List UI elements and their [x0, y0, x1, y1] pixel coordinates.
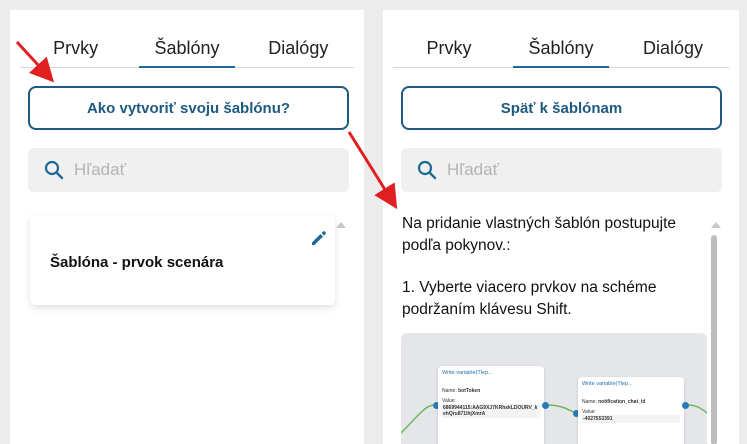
search-icon — [417, 160, 437, 180]
search-input[interactable] — [74, 160, 294, 180]
search-input[interactable] — [447, 160, 667, 180]
scroll-up-arrow[interactable] — [336, 222, 346, 228]
instructions-step-1: 1. Vyberte viacero prvkov na schéme podr… — [402, 279, 657, 318]
node-name-value: botToken — [458, 388, 481, 394]
node-name-value: notification_chat_id — [598, 399, 646, 405]
tab-dialogy[interactable]: Dialógy — [617, 38, 729, 67]
search-box — [28, 148, 349, 192]
node-name-label: Name: — [442, 388, 457, 394]
preview-node-2: Write variable(Tlep... Name: notificatio… — [578, 377, 684, 444]
preview-node-1: Write variable(Tlep... Name: botToken Va… — [438, 366, 544, 444]
tab-bar: Prvky Šablóny Dialógy — [20, 38, 354, 68]
instructions-text: Na pridanie vlastných šablón postupujte … — [402, 213, 707, 341]
instructions-intro: Na pridanie vlastných šablón postupujte … — [402, 215, 677, 254]
node-value-text: 6869944115:AAG9XJ7KRhskLDOURV_kehQru871l… — [442, 404, 540, 418]
node-output-port — [542, 402, 549, 409]
tab-prvky[interactable]: Prvky — [20, 38, 131, 67]
left-panel: Prvky Šablóny Dialógy Ako vytvoriť svoju… — [10, 10, 364, 444]
tab-sablony[interactable]: Šablóny — [505, 38, 617, 68]
node-output-port — [682, 402, 689, 409]
how-to-create-template-button[interactable]: Ako vytvoriť svoju šablónu? — [28, 86, 349, 130]
scrollbar[interactable] — [711, 235, 717, 444]
tab-bar: Prvky Šablóny Dialógy — [393, 38, 729, 68]
tab-sablony[interactable]: Šablóny — [131, 38, 242, 68]
node-title: Write variable(Tlep... — [442, 370, 493, 376]
right-panel: Prvky Šablóny Dialógy Späť k šablónam Na… — [383, 10, 739, 444]
pencil-icon[interactable] — [309, 228, 329, 248]
tab-prvky[interactable]: Prvky — [393, 38, 505, 67]
tab-dialogy[interactable]: Dialógy — [243, 38, 354, 67]
node-title: Write variable(Tlep... — [582, 381, 633, 387]
search-box — [401, 148, 722, 192]
node-value-text: -4027553391 — [582, 415, 680, 423]
template-card[interactable]: Šablóna - prvok scenára — [30, 215, 335, 305]
back-to-templates-button[interactable]: Späť k šablónam — [401, 86, 722, 130]
node-name-label: Name: — [582, 399, 597, 405]
instruction-screenshot: Write variable(Tlep... Name: botToken Va… — [401, 333, 707, 444]
search-icon — [44, 160, 64, 180]
template-card-title: Šablóna - prvok scenára — [50, 254, 224, 271]
scroll-up-arrow[interactable] — [711, 222, 721, 228]
